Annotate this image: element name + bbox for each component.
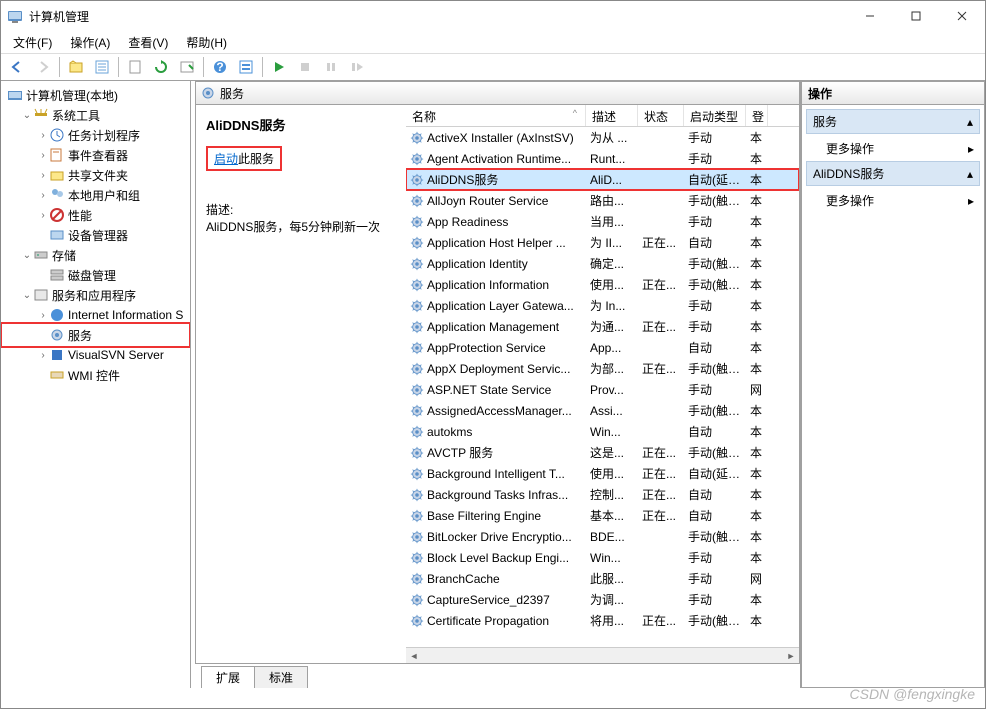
detail-title: AliDDNS服务 bbox=[206, 115, 395, 134]
forward-button[interactable] bbox=[31, 55, 55, 79]
nav-tree[interactable]: 计算机管理(本地) ⌄系统工具 ›任务计划程序 ›事件查看器 ›共享文件夹 ›本… bbox=[1, 81, 191, 688]
tree-storage[interactable]: ⌄存储 bbox=[3, 245, 188, 265]
horizontal-scrollbar[interactable]: ◄► bbox=[406, 647, 799, 663]
service-row[interactable]: BitLocker Drive Encryptio...BDE...手动(触发.… bbox=[406, 526, 799, 547]
service-row[interactable]: Application Identity确定...手动(触发...本 bbox=[406, 253, 799, 274]
service-row[interactable]: Application Layer Gatewa...为 In...手动本 bbox=[406, 295, 799, 316]
back-button[interactable] bbox=[5, 55, 29, 79]
watermark: CSDN @fengxingke bbox=[850, 686, 976, 702]
actions-group-selected[interactable]: AliDDNS服务▴ bbox=[806, 161, 980, 186]
tree-performance[interactable]: ›性能 bbox=[3, 205, 188, 225]
service-row[interactable]: Application Host Helper ...为 II...正在...自… bbox=[406, 232, 799, 253]
tree-services[interactable]: 服务 bbox=[3, 325, 188, 345]
actions-group-services[interactable]: 服务▴ bbox=[806, 109, 980, 134]
service-row[interactable]: Background Intelligent T...使用...正在...自动(… bbox=[406, 463, 799, 484]
desc-text: AliDDNS服务，每5分钟刷新一次 bbox=[206, 218, 395, 235]
refresh-button[interactable] bbox=[149, 55, 173, 79]
menubar: 文件(F) 操作(A) 查看(V) 帮助(H) bbox=[1, 31, 985, 53]
chevron-right-icon: ▸ bbox=[968, 194, 974, 208]
svg-text:?: ? bbox=[216, 60, 223, 74]
tree-diskmgmt[interactable]: 磁盘管理 bbox=[3, 265, 188, 285]
menu-view[interactable]: 查看(V) bbox=[120, 32, 176, 53]
service-detail: AliDDNS服务 启动此服务 描述: AliDDNS服务，每5分钟刷新一次 bbox=[196, 105, 406, 663]
service-row[interactable]: CaptureService_d2397为调...手动本 bbox=[406, 589, 799, 610]
tree-taskscheduler[interactable]: ›任务计划程序 bbox=[3, 125, 188, 145]
restart-service-button[interactable] bbox=[345, 55, 369, 79]
service-row[interactable]: Agent Activation Runtime...Runt...手动本 bbox=[406, 148, 799, 169]
help-button[interactable]: ? bbox=[208, 55, 232, 79]
tree-devmgr[interactable]: 设备管理器 bbox=[3, 225, 188, 245]
pause-service-button[interactable] bbox=[319, 55, 343, 79]
services-button[interactable] bbox=[234, 55, 258, 79]
col-desc[interactable]: 描述 bbox=[586, 105, 638, 126]
start-service-link[interactable]: 启动 bbox=[214, 152, 238, 166]
tree-sharedfolders[interactable]: ›共享文件夹 bbox=[3, 165, 188, 185]
collapse-icon: ▴ bbox=[967, 167, 973, 181]
actions-body: 服务▴ 更多操作▸ AliDDNS服务▴ 更多操作▸ bbox=[801, 105, 985, 688]
close-button[interactable] bbox=[939, 1, 985, 31]
start-service-box: 启动此服务 bbox=[206, 146, 282, 171]
service-row[interactable]: AllJoyn Router Service路由...手动(触发...本 bbox=[406, 190, 799, 211]
export-list-button[interactable] bbox=[175, 55, 199, 79]
window-title: 计算机管理 bbox=[29, 8, 847, 25]
collapse-icon: ▴ bbox=[967, 115, 973, 129]
col-start[interactable]: 启动类型 bbox=[684, 105, 746, 126]
tree-eventviewer[interactable]: ›事件查看器 bbox=[3, 145, 188, 165]
service-row[interactable]: autokmsWin...自动本 bbox=[406, 421, 799, 442]
tab-extended[interactable]: 扩展 bbox=[201, 666, 255, 688]
service-row[interactable]: Application Management为通...正在...手动本 bbox=[406, 316, 799, 337]
titlebar: 计算机管理 bbox=[1, 1, 985, 31]
maximize-button[interactable] bbox=[893, 1, 939, 31]
menu-help[interactable]: 帮助(H) bbox=[178, 32, 235, 53]
service-row[interactable]: AVCTP 服务这是...正在...手动(触发...本 bbox=[406, 442, 799, 463]
service-row[interactable]: AssignedAccessManager...Assi...手动(触发...本 bbox=[406, 400, 799, 421]
tree-systools[interactable]: ⌄系统工具 bbox=[3, 105, 188, 125]
menu-action[interactable]: 操作(A) bbox=[62, 32, 118, 53]
minimize-button[interactable] bbox=[847, 1, 893, 31]
actions-more-1[interactable]: 更多操作▸ bbox=[806, 136, 980, 161]
service-row[interactable]: App Readiness当用...手动本 bbox=[406, 211, 799, 232]
list-rows[interactable]: ActiveX Installer (AxInstSV)为从 ...手动本Age… bbox=[406, 127, 799, 647]
mid-header: 服务 bbox=[195, 81, 800, 105]
properties-button[interactable] bbox=[90, 55, 114, 79]
col-login[interactable]: 登 bbox=[746, 105, 768, 126]
export-button[interactable] bbox=[123, 55, 147, 79]
service-row[interactable]: AppProtection ServiceApp...自动本 bbox=[406, 337, 799, 358]
service-row[interactable]: ActiveX Installer (AxInstSV)为从 ...手动本 bbox=[406, 127, 799, 148]
service-row[interactable]: AppX Deployment Servic...为部...正在...手动(触发… bbox=[406, 358, 799, 379]
chevron-right-icon: ▸ bbox=[968, 142, 974, 156]
toolbar: ? bbox=[1, 53, 985, 81]
menu-file[interactable]: 文件(F) bbox=[5, 32, 60, 53]
app-icon bbox=[7, 8, 23, 24]
stop-service-button[interactable] bbox=[293, 55, 317, 79]
service-row[interactable]: Block Level Backup Engi...Win...手动本 bbox=[406, 547, 799, 568]
tree-servicesapps[interactable]: ⌄服务和应用程序 bbox=[3, 285, 188, 305]
tree-root[interactable]: 计算机管理(本地) bbox=[3, 85, 188, 105]
service-row[interactable]: AliDDNS服务AliD...自动(延迟...本 bbox=[406, 169, 799, 190]
actions-more-2[interactable]: 更多操作▸ bbox=[806, 188, 980, 213]
tree-localusers[interactable]: ›本地用户和组 bbox=[3, 185, 188, 205]
col-name[interactable]: 名称 bbox=[406, 105, 586, 126]
service-row[interactable]: Background Tasks Infras...控制...正在...自动本 bbox=[406, 484, 799, 505]
col-status[interactable]: 状态 bbox=[638, 105, 684, 126]
tab-standard[interactable]: 标准 bbox=[254, 666, 308, 688]
tree-iis[interactable]: ›Internet Information S bbox=[3, 305, 188, 325]
view-tabs: 扩展 标准 bbox=[195, 664, 800, 688]
service-row[interactable]: Application Information使用...正在...手动(触发..… bbox=[406, 274, 799, 295]
tree-visualsvn[interactable]: ›VisualSVN Server bbox=[3, 345, 188, 365]
desc-label: 描述: bbox=[206, 201, 395, 218]
actions-header: 操作 bbox=[801, 81, 985, 105]
list-header: 名称 描述 状态 启动类型 登 bbox=[406, 105, 799, 127]
up-button[interactable] bbox=[64, 55, 88, 79]
start-service-button[interactable] bbox=[267, 55, 291, 79]
mid-header-title: 服务 bbox=[220, 85, 244, 102]
service-row[interactable]: Base Filtering Engine基本...正在...自动本 bbox=[406, 505, 799, 526]
service-row[interactable]: ASP.NET State ServiceProv...手动网 bbox=[406, 379, 799, 400]
tree-wmi[interactable]: WMI 控件 bbox=[3, 365, 188, 385]
service-row[interactable]: Certificate Propagation将用...正在...手动(触发..… bbox=[406, 610, 799, 631]
service-row[interactable]: BranchCache此服...手动网 bbox=[406, 568, 799, 589]
